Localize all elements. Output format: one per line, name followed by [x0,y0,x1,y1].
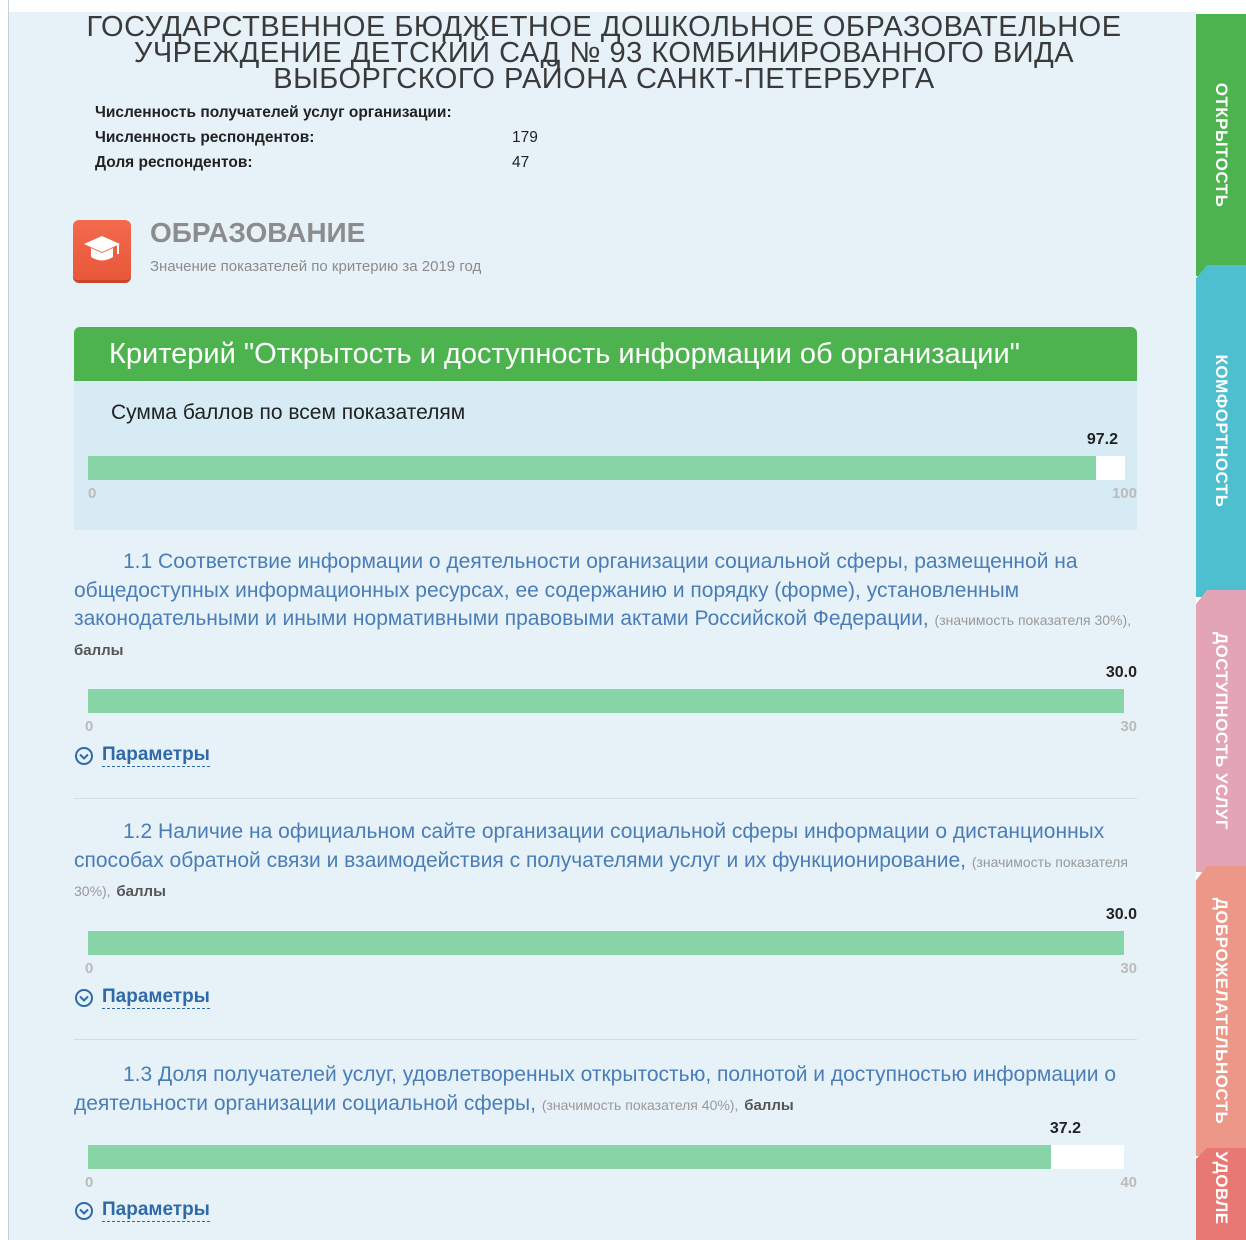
stat-label: Численность респондентов: [95,129,315,146]
side-tab-comfort[interactable]: КОМФОРТНОСТЬ [1196,265,1246,597]
bar-fill [88,931,1124,955]
criterion-header: Критерий "Открытость и доступность инфор… [74,327,1137,381]
graduation-cap-icon [73,220,131,280]
indicator-weight: (значимость показателя 30%), [934,612,1132,628]
bar-max: 30 [1120,960,1137,977]
chevron-down-circle-icon [75,746,93,765]
bar-value: 97.2 [1086,431,1118,448]
sum-progress: 97.2 0 100 [88,431,1137,502]
bar-value: 30.0 [1105,664,1137,681]
chevron-down-circle-icon [75,988,93,1007]
bar-fill [88,456,1096,480]
indicator-progress: 30.0 0 30 [74,664,1137,735]
sum-label: Сумма баллов по всем показателям [111,401,466,424]
stat-label: Численность получателей услуг организаци… [95,104,452,121]
divider [74,798,1137,799]
side-tab-satisfaction[interactable]: УДОВЛЕ [1196,1148,1246,1240]
bar-min: 0 [85,1174,94,1191]
bar-value: 37.2 [1049,1120,1081,1137]
indicator-text: 1.2 Наличие на официальном сайте организ… [74,820,1128,900]
side-tab-accessibility[interactable]: ДОСТУПНОСТЬ УСЛУГ [1196,590,1246,872]
params-label[interactable]: Параметры [102,1199,210,1222]
indicator-unit: баллы [74,641,124,659]
indicator-unit: баллы [116,883,166,900]
bar-max: 100 [1111,485,1137,502]
stat-label: Доля респондентов: [95,154,253,171]
indicator-progress: 30.0 0 30 [74,906,1137,977]
bar-min: 0 [88,485,97,502]
bar-min: 0 [85,960,94,977]
params-label[interactable]: Параметры [102,744,210,767]
divider [74,1039,1137,1040]
indicator-progress: 37.2 0 40 [74,1120,1137,1191]
stat-value: 47 [512,154,530,171]
stat-value: 179 [512,129,538,146]
bar-max: 40 [1120,1174,1137,1191]
bar-fill [88,689,1124,713]
organization-title: ГОСУДАРСТВЕННОЕ БЮДЖЕТНОЕ ДОШКОЛЬНОЕ ОБР… [86,11,1122,95]
indicator-unit: баллы [744,1096,794,1114]
params-label[interactable]: Параметры [102,986,210,1009]
bar-min: 0 [85,718,94,735]
indicator-text: 1.3 Доля получателей услуг, удовлетворен… [74,1063,1116,1115]
params-toggle[interactable]: Параметры [74,1199,210,1222]
side-tab-openness[interactable]: ОТКРЫТОСТЬ [1196,14,1246,276]
bar-value: 30.0 [1105,906,1137,923]
params-toggle[interactable]: Параметры [74,986,210,1009]
indicator-text: 1.1 Соответствие информации о деятельнос… [74,550,1132,659]
side-tab-friendliness[interactable]: ДОБРОЖЕЛАТЕЛЬНОСТЬ [1196,866,1246,1156]
chevron-down-circle-icon [75,1201,93,1220]
indicator-weight: (значимость показателя 40%), [541,1096,739,1113]
main-panel: ГОСУДАРСТВЕННОЕ БЮДЖЕТНОЕ ДОШКОЛЬНОЕ ОБР… [9,12,1196,1240]
section-title: ОБРАЗОВАНИЕ [150,217,366,248]
bar-fill [88,1145,1052,1169]
section-subtitle: Значение показателей по критерию за 2019… [150,258,482,275]
criterion-sum-box: Сумма баллов по всем показателям 97.2 0 … [74,381,1137,530]
bar-max: 30 [1120,718,1137,735]
params-toggle[interactable]: Параметры [74,744,210,767]
